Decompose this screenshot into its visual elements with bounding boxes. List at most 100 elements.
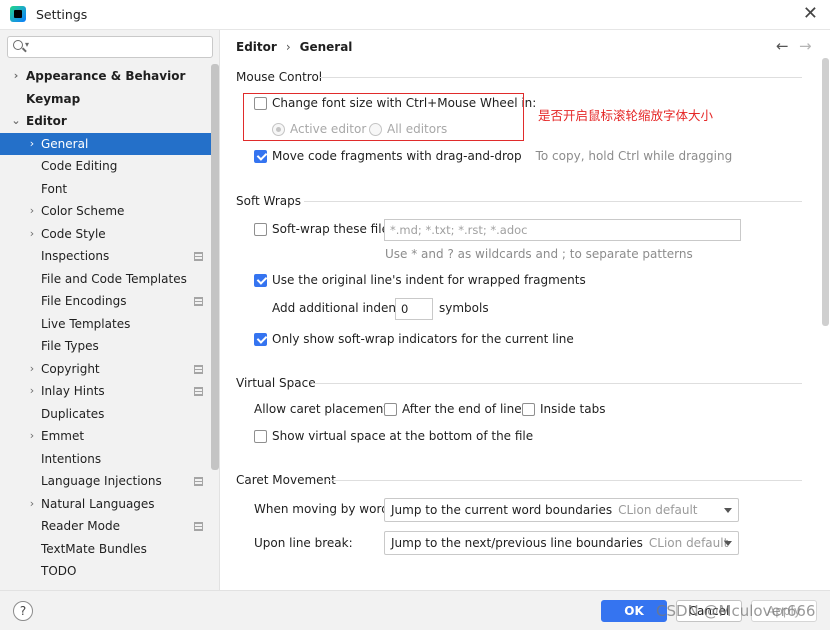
- settings-content: Mouse Control Change font size with Ctrl…: [220, 60, 822, 590]
- sidebar-item-label: Code Editing: [41, 159, 118, 173]
- moving-by-words-value: Jump to the current word boundaries: [391, 503, 613, 517]
- sidebar-item-emmet[interactable]: › Emmet: [0, 425, 211, 448]
- search-box[interactable]: ▾: [7, 36, 213, 58]
- sidebar-item-label: Language Injections: [41, 474, 162, 488]
- chevron-down-icon: [724, 541, 732, 546]
- line-break-default: CLion default: [648, 536, 729, 550]
- chevron-right-icon[interactable]: ›: [27, 133, 37, 156]
- sidebar-item-file-and-code-templates[interactable]: File and Code Templates: [0, 268, 211, 291]
- sidebar-item-inspections[interactable]: Inspections: [0, 245, 211, 268]
- content-scrollbar[interactable]: [822, 58, 829, 326]
- after-end-checkbox[interactable]: [384, 402, 397, 416]
- cancel-button[interactable]: Cancel: [676, 600, 742, 622]
- sidebar-item-label: Font: [41, 181, 68, 196]
- chevron-right-icon[interactable]: ›: [27, 223, 37, 246]
- font-size-wheel-label: Change font size with Ctrl+Mouse Wheel i…: [272, 96, 537, 110]
- soft-wrap-files-input[interactable]: [384, 219, 741, 241]
- sidebar-item-live-templates[interactable]: Live Templates: [0, 313, 211, 336]
- sidebar-item-code-style[interactable]: › Code Style: [0, 223, 211, 246]
- sidebar-item-label: General: [41, 136, 89, 151]
- font-size-wheel-option[interactable]: Change font size with Ctrl+Mouse Wheel i…: [254, 96, 536, 110]
- annotation-text: 是否开启鼠标滚轮缩放字体大小: [538, 108, 714, 123]
- wrap-indicators-checkbox[interactable]: [254, 332, 267, 346]
- close-icon[interactable]: ✕: [803, 4, 818, 24]
- settings-sidebar: ▾ › Appearance & Behavior Keymap ⌄ Editor › Ge…: [0, 30, 220, 590]
- sidebar-item-intentions[interactable]: Intentions: [0, 448, 211, 471]
- sidebar-item-duplicates[interactable]: Duplicates: [0, 403, 211, 426]
- sidebar-item-label: Editor: [26, 114, 67, 128]
- sidebar-item-natural-languages[interactable]: › Natural Languages: [0, 493, 211, 516]
- drag-drop-hint: To copy, hold Ctrl while dragging: [535, 149, 733, 163]
- sidebar-item-label: TextMate Bundles: [41, 541, 147, 556]
- sidebar-item-label: Live Templates: [41, 316, 131, 331]
- after-end-option[interactable]: After the end of line: [384, 402, 522, 416]
- drag-drop-option[interactable]: Move code fragments with drag-and-drop T…: [254, 149, 732, 163]
- font-size-wheel-checkbox[interactable]: [254, 96, 267, 110]
- chevron-down-icon: [724, 508, 732, 513]
- sidebar-item-general[interactable]: › General: [0, 132, 211, 156]
- sidebar-item-copyright[interactable]: › Copyright: [0, 358, 211, 381]
- section-divider: [304, 201, 802, 202]
- sidebar-item-color-scheme[interactable]: › Color Scheme: [0, 200, 211, 223]
- sidebar-item-language-injections[interactable]: Language Injections: [0, 470, 211, 493]
- additional-indent-suffix: symbols: [439, 301, 489, 315]
- section-caret-movement: Caret Movement: [236, 473, 336, 487]
- sidebar-item-label: File Types: [41, 339, 99, 353]
- sidebar-item-label: Copyright: [41, 361, 100, 376]
- sidebar-item-code-editing[interactable]: Code Editing: [0, 155, 211, 178]
- breadcrumb-separator: ›: [285, 40, 291, 54]
- line-break-label: Upon line break:: [254, 536, 353, 550]
- search-options-icon[interactable]: ▾: [25, 40, 29, 49]
- search-input[interactable]: [34, 38, 204, 56]
- line-break-dropdown[interactable]: Jump to the next/previous line boundarie…: [384, 531, 739, 555]
- sidebar-item-file-encodings[interactable]: File Encodings: [0, 290, 211, 313]
- all-editors-radio: [369, 122, 382, 136]
- chevron-down-icon[interactable]: ⌄: [11, 110, 21, 133]
- chevron-right-icon[interactable]: ›: [27, 425, 37, 448]
- inside-tabs-option[interactable]: Inside tabs: [522, 402, 605, 416]
- active-editor-radio: [272, 122, 285, 136]
- sidebar-item-font[interactable]: Font: [0, 178, 211, 201]
- wrap-indicators-option[interactable]: Only show soft-wrap indicators for the c…: [254, 332, 574, 346]
- sidebar-scrollbar[interactable]: [211, 64, 219, 470]
- forward-arrow-icon[interactable]: →: [799, 37, 812, 55]
- project-scope-icon: [194, 522, 203, 531]
- sidebar-item-todo[interactable]: TODO: [0, 560, 211, 583]
- original-indent-option[interactable]: Use the original line's indent for wrapp…: [254, 273, 586, 287]
- chevron-right-icon[interactable]: ›: [27, 380, 37, 403]
- project-scope-icon: [194, 252, 203, 261]
- original-indent-checkbox[interactable]: [254, 273, 267, 287]
- chevron-right-icon[interactable]: ›: [11, 65, 21, 88]
- sidebar-item-keymap[interactable]: Keymap: [0, 88, 211, 111]
- apply-button[interactable]: Apply: [751, 600, 817, 622]
- sidebar-item-editor[interactable]: ⌄ Editor: [0, 110, 211, 133]
- additional-indent-input[interactable]: [395, 298, 433, 320]
- section-divider: [328, 480, 802, 481]
- sidebar-item-label: Intentions: [41, 451, 102, 466]
- chevron-right-icon[interactable]: ›: [27, 493, 37, 516]
- chevron-right-icon[interactable]: ›: [27, 200, 37, 223]
- sidebar-item-appearance-behavior[interactable]: › Appearance & Behavior: [0, 65, 211, 88]
- soft-wrap-files-checkbox[interactable]: [254, 222, 267, 236]
- sidebar-item-label: Inspections: [41, 249, 110, 263]
- back-arrow-icon[interactable]: ←: [776, 37, 789, 55]
- bottom-file-checkbox[interactable]: [254, 429, 267, 443]
- drag-drop-checkbox[interactable]: [254, 149, 267, 163]
- sidebar-item-inlay-hints[interactable]: › Inlay Hints: [0, 380, 211, 403]
- help-button[interactable]: ?: [13, 601, 33, 621]
- search-icon: [13, 40, 23, 50]
- ok-button[interactable]: OK: [601, 600, 667, 622]
- sidebar-item-reader-mode[interactable]: Reader Mode: [0, 515, 211, 538]
- sidebar-item-file-types[interactable]: File Types: [0, 335, 211, 358]
- bottom-file-option[interactable]: Show virtual space at the bottom of the …: [254, 429, 533, 443]
- caret-placement-label: Allow caret placement:: [254, 402, 393, 416]
- sidebar-item-textmate-bundles[interactable]: TextMate Bundles: [0, 538, 211, 561]
- window-title: Settings: [36, 7, 88, 22]
- sidebar-item-label: Color Scheme: [41, 204, 125, 218]
- sidebar-item-label: Keymap: [26, 91, 81, 106]
- settings-tree: › Appearance & Behavior Keymap ⌄ Editor › Gene…: [0, 65, 211, 583]
- soft-wrap-files-option[interactable]: Soft-wrap these files:: [254, 222, 399, 236]
- inside-tabs-checkbox[interactable]: [522, 402, 535, 416]
- chevron-right-icon[interactable]: ›: [27, 358, 37, 381]
- moving-by-words-dropdown[interactable]: Jump to the current word boundaries CLio…: [384, 498, 739, 522]
